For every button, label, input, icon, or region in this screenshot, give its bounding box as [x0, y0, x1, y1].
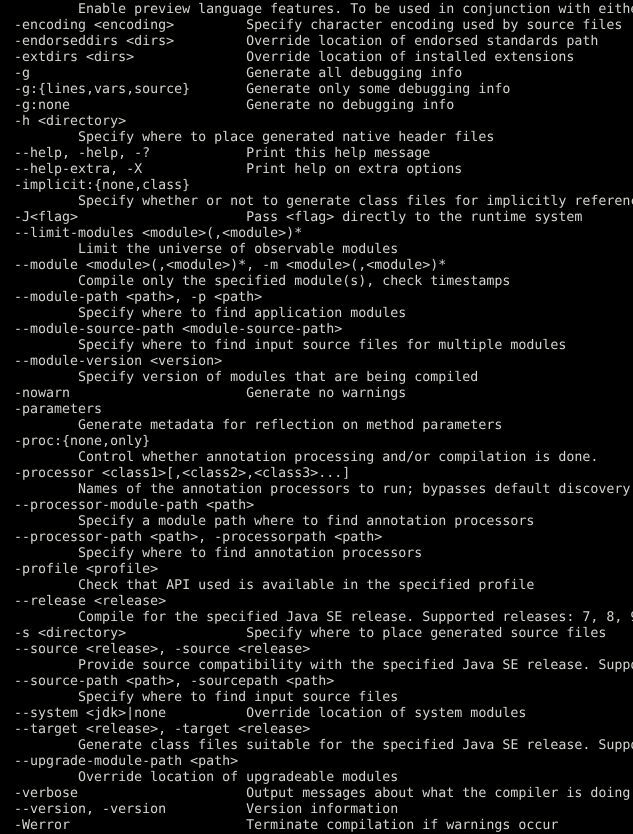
- terminal-line: Override location of upgradeable modules: [14, 770, 399, 785]
- terminal-line: --system <jdk>|none Override location of…: [14, 706, 527, 721]
- terminal-line: --version, -version Version information: [14, 802, 399, 817]
- terminal-line: --source-path <path>, -sourcepath <path>: [14, 674, 335, 689]
- terminal-line: -implicit:{none,class}: [14, 178, 191, 193]
- terminal-line: Provide source compatibility with the sp…: [78, 658, 633, 673]
- terminal-line: -g Generate all debugging info: [14, 66, 463, 81]
- terminal-line: --module <module>(,<module>)*, -m <modul…: [14, 258, 447, 273]
- terminal-line: Generate class files suitable for the sp…: [78, 738, 633, 753]
- terminal-line: -nowarn Generate no warnings: [14, 386, 407, 401]
- terminal-line: Specify where to find input source files: [14, 690, 399, 705]
- terminal-line: --module-version <version>: [14, 354, 223, 369]
- terminal-line: --limit-modules <module>(,<module>)*: [14, 226, 303, 241]
- terminal-line: -profile <profile>: [14, 562, 159, 577]
- terminal-line: -encoding <encoding> Specify character e…: [14, 18, 623, 33]
- terminal-line: Specify where to find input source files…: [14, 338, 567, 353]
- terminal-window[interactable]: Enable preview language features. To be …: [0, 0, 633, 834]
- terminal-line: Names of the annotation processors to ru…: [14, 482, 633, 497]
- terminal-line: -s <directory> Specify where to place ge…: [14, 626, 607, 641]
- terminal-line: -verbose Output messages about what the …: [14, 786, 631, 801]
- terminal-line: --processor-path <path>, -processorpath …: [14, 530, 383, 545]
- terminal-line: -parameters: [14, 402, 103, 417]
- terminal-line: Compile for the specified Java SE releas…: [78, 610, 633, 625]
- terminal-line: -g:{lines,vars,source} Generate only som…: [14, 82, 511, 97]
- terminal-line: Compile only the specified module(s), ch…: [14, 274, 511, 289]
- terminal-line: -endorseddirs <dirs> Override location o…: [14, 34, 599, 49]
- terminal-line: Specify where to place generated native …: [14, 130, 495, 145]
- terminal-line: --target <release>, -target <release>: [14, 722, 311, 737]
- terminal-line: Check that API used is available in the …: [14, 578, 535, 593]
- terminal-line: -h <directory>: [14, 114, 127, 129]
- terminal-line: Specify where to find application module…: [14, 306, 407, 321]
- terminal-line: Generate metadata for reflection on meth…: [14, 418, 503, 433]
- terminal-line: --processor-module-path <path>: [14, 498, 255, 513]
- terminal-line: --module-path <path>, -p <path>: [14, 290, 263, 305]
- terminal-line: --source <release>, -source <release>: [14, 642, 311, 657]
- terminal-line: Enable preview language features. To be …: [14, 2, 633, 17]
- terminal-line: --help-extra, -X Print help on extra opt…: [14, 162, 463, 177]
- terminal-output-text[interactable]: Enable preview language features. To be …: [14, 2, 633, 834]
- terminal-line: Specify a module path where to find anno…: [14, 514, 535, 529]
- terminal-line: --upgrade-module-path <path>: [14, 754, 239, 769]
- terminal-line: Specify whether or not to generate class…: [78, 194, 633, 209]
- terminal-line: -processor <class1>[,<class2>,<class3>..…: [14, 466, 351, 481]
- terminal-line: -g:none Generate no debugging info: [14, 98, 455, 113]
- terminal-line: Limit the universe of observable modules: [14, 242, 399, 257]
- terminal-line: Control whether annotation processing an…: [14, 450, 599, 465]
- terminal-line: -proc:{none,only}: [14, 434, 151, 449]
- terminal-line: --release <release>: [14, 594, 167, 609]
- terminal-line: --module-source-path <module-source-path…: [14, 322, 343, 337]
- terminal-line: -extdirs <dirs> Override location of ins…: [14, 50, 575, 65]
- terminal-line: --help, -help, -? Print this help messag…: [14, 146, 431, 161]
- terminal-line: -Werror Terminate compilation if warning…: [14, 818, 559, 833]
- terminal-line: -J<flag> Pass <flag> directly to the run…: [14, 210, 583, 225]
- terminal-line: Specify where to find annotation process…: [14, 546, 423, 561]
- terminal-line: Specify version of modules that are bein…: [14, 370, 479, 385]
